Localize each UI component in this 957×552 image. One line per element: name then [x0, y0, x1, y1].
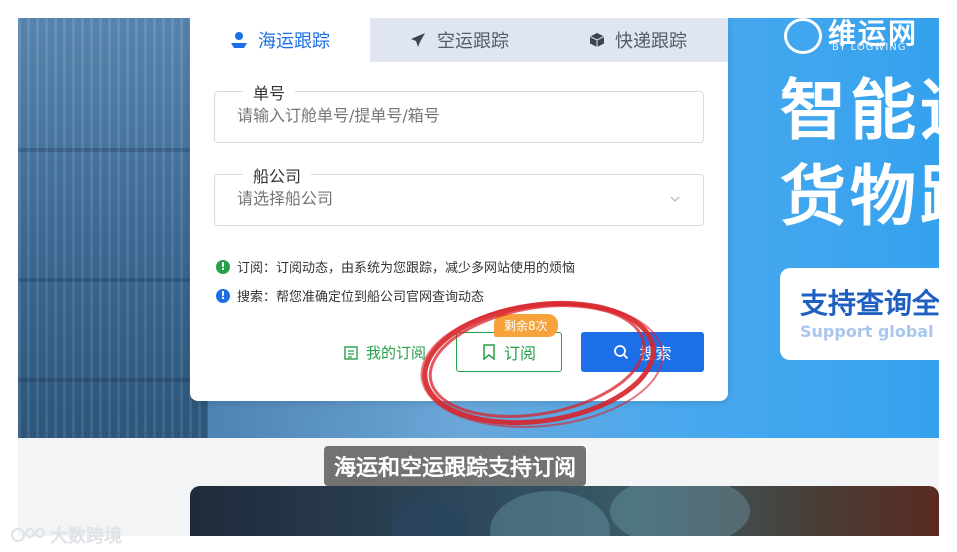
airplane-icon	[411, 33, 425, 47]
support-card-title: 支持查询全	[800, 287, 939, 320]
brand-subtitle: BY LOGWING	[832, 42, 907, 53]
carrier-field[interactable]: 船公司	[214, 163, 704, 226]
tab-express-tracking[interactable]: 快递跟踪	[548, 18, 728, 62]
search-note: ! 搜索：帮您准确定位到船公司官网查询动态	[216, 286, 484, 305]
subscribe-button[interactable]: 订阅	[456, 332, 562, 372]
chevron-down-icon[interactable]	[669, 193, 681, 205]
carrier-select[interactable]	[237, 189, 657, 208]
tab-label: 海运跟踪	[258, 31, 330, 52]
search-button[interactable]: 搜索	[581, 332, 704, 372]
my-subscriptions-label: 我的订阅	[366, 344, 427, 362]
watermark: 大数跨境	[10, 522, 122, 548]
watermark-logo-icon	[11, 528, 45, 542]
subscribe-label: 订阅	[503, 344, 536, 363]
brand-logo: 维运网 BY LOGWING	[776, 18, 939, 58]
tab-label: 快递跟踪	[615, 31, 687, 52]
ship-icon	[231, 32, 247, 48]
tab-air-tracking[interactable]: 空运跟踪	[370, 18, 548, 62]
list-icon	[344, 345, 358, 360]
info-green-icon: !	[216, 259, 230, 274]
my-subscriptions-link[interactable]: 我的订阅	[344, 342, 426, 363]
hero-headline-line1: 智能追	[780, 72, 939, 149]
support-card-subtitle: Support global s	[800, 322, 939, 341]
package-icon	[589, 33, 605, 47]
tracking-number-field: 单号	[214, 80, 704, 143]
video-caption: 海运和空运跟踪支持订阅	[324, 446, 587, 486]
search-note-text: 搜索：帮您准确定位到船公司官网查询动态	[237, 290, 485, 305]
tab-label: 空运跟踪	[437, 31, 509, 52]
tab-sea-tracking[interactable]: 海运跟踪	[190, 18, 370, 62]
search-label: 搜索	[639, 344, 672, 363]
tracking-number-input[interactable]	[237, 106, 657, 125]
carrier-label: 船公司	[243, 163, 312, 187]
search-icon	[614, 345, 629, 360]
video-frame: 维运网 BY LOGWING 智能追 货物路 支持查询全 Support glo…	[18, 18, 939, 536]
hero-headline-line2: 货物路	[780, 158, 939, 235]
shipping-containers-image	[18, 18, 208, 438]
remaining-count-badge: 剩余8次	[494, 314, 558, 337]
tracking-number-label: 单号	[243, 80, 296, 104]
bookmark-icon	[483, 344, 495, 360]
tracking-tabs: 海运跟踪 空运跟踪 快递跟踪	[190, 18, 728, 62]
support-card: 支持查询全 Support global s	[780, 268, 939, 360]
globe-icon	[784, 18, 822, 54]
subscribe-note-text: 订阅：订阅动态，由系统为您跟踪，减少多网站使用的烦恼	[237, 261, 576, 276]
bottom-image-strip	[190, 486, 939, 536]
subscribe-note: ! 订阅：订阅动态，由系统为您跟踪，减少多网站使用的烦恼	[216, 257, 575, 276]
watermark-text: 大数跨境	[50, 526, 122, 547]
tracking-panel: 海运跟踪 空运跟踪 快递跟踪 单号 船公司	[190, 18, 728, 401]
info-blue-icon: !	[216, 288, 230, 303]
